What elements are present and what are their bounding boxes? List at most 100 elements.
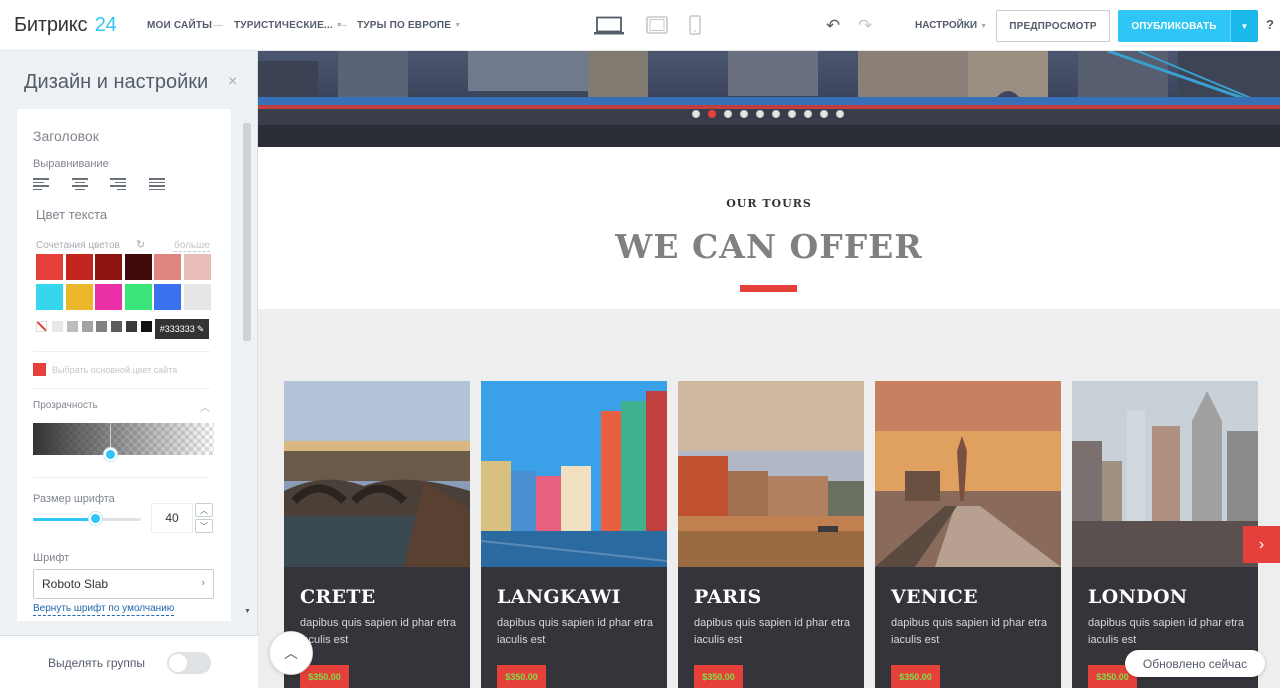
slider-dot[interactable] bbox=[692, 110, 700, 118]
tour-card[interactable]: VENICE dapibus quis sapien id phar etra i… bbox=[875, 381, 1061, 688]
color-swatch[interactable] bbox=[183, 284, 211, 310]
gray-swatch[interactable] bbox=[81, 321, 93, 332]
eyedropper-icon: ✎ bbox=[196, 323, 205, 334]
color-swatch[interactable] bbox=[154, 254, 181, 280]
settings-dropdown[interactable]: НАСТРОЙКИ ▼ bbox=[915, 20, 987, 31]
logo-number: 24 bbox=[94, 14, 117, 36]
reset-font-link[interactable]: Вернуть шрифт по умолчанию bbox=[33, 603, 175, 616]
color-combinations-label: Сочетания цветов bbox=[36, 240, 120, 251]
tour-price[interactable]: $350.00 bbox=[891, 665, 940, 688]
slider-dot[interactable] bbox=[724, 110, 732, 118]
tour-price[interactable]: $350.00 bbox=[497, 665, 546, 688]
opacity-gradient[interactable] bbox=[33, 423, 214, 455]
color-swatch[interactable] bbox=[95, 254, 122, 280]
font-size-input[interactable]: 40 bbox=[151, 503, 193, 533]
breadcrumb-separator: — bbox=[213, 20, 223, 31]
section-title[interactable]: WE CAN OFFER bbox=[258, 227, 1280, 266]
color-swatch[interactable] bbox=[95, 284, 122, 310]
nav-my-sites[interactable]: МОИ САЙТЫ bbox=[147, 20, 212, 31]
undo-icon[interactable]: ↶ bbox=[826, 16, 840, 36]
toggle-knob bbox=[169, 654, 187, 672]
align-center-icon[interactable] bbox=[72, 178, 88, 190]
nav-page-label: ТУРЫ ПО ЕВРОПЕ bbox=[357, 20, 452, 31]
tour-card[interactable]: PARIS dapibus quis sapien id phar etra ia… bbox=[678, 381, 864, 688]
chevron-up-icon[interactable]: ︿ bbox=[200, 399, 210, 414]
font-label: Шрифт bbox=[33, 552, 70, 564]
tablet-icon[interactable] bbox=[646, 16, 668, 34]
color-swatch[interactable] bbox=[124, 284, 152, 310]
tour-card[interactable]: LANGKAWI dapibus quis sapien id phar etra… bbox=[481, 381, 667, 688]
redo-icon[interactable]: ↷ bbox=[858, 16, 872, 36]
gray-swatch[interactable] bbox=[140, 321, 152, 332]
color-swatch[interactable] bbox=[65, 254, 93, 280]
publish-button[interactable]: ОПУБЛИКОВАТЬ bbox=[1118, 10, 1230, 42]
slider-dot[interactable] bbox=[708, 110, 716, 118]
gray-swatch[interactable] bbox=[96, 321, 108, 332]
color-swatch[interactable] bbox=[183, 254, 211, 280]
gray-swatch[interactable] bbox=[66, 321, 78, 332]
slider-dot[interactable] bbox=[756, 110, 764, 118]
font-size-decrement-icon[interactable]: ﹀ bbox=[195, 519, 213, 533]
help-icon[interactable]: ? bbox=[1266, 17, 1274, 32]
next-arrow-icon[interactable]: › bbox=[1243, 526, 1280, 563]
nav-site-dropdown[interactable]: ТУРИСТИЧЕСКИЕ... ▼ bbox=[234, 20, 343, 31]
tour-price[interactable]: $350.00 bbox=[300, 665, 349, 688]
align-justify-icon[interactable] bbox=[149, 178, 165, 190]
tour-photo bbox=[284, 381, 470, 567]
editor-window: Битрикс 24 МОИ САЙТЫ — ТУРИСТИЧЕСКИЕ... ▼… bbox=[0, 0, 1280, 688]
color-swatch[interactable] bbox=[36, 284, 63, 310]
font-size-increment-icon[interactable]: ︿ bbox=[195, 503, 213, 517]
panel-footer: Выделять группы bbox=[0, 635, 258, 688]
slider-dot[interactable] bbox=[788, 110, 796, 118]
section-title: Заголовок bbox=[33, 128, 99, 144]
divider bbox=[33, 388, 210, 389]
color-swatch[interactable] bbox=[124, 254, 152, 280]
align-right-icon[interactable] bbox=[110, 178, 126, 190]
color-swatch[interactable] bbox=[154, 284, 181, 310]
slider-dot[interactable] bbox=[740, 110, 748, 118]
font-size-slider[interactable] bbox=[33, 518, 141, 521]
nav-page-dropdown[interactable]: ТУРЫ ПО ЕВРОПЕ ▼ bbox=[357, 20, 461, 31]
divider bbox=[33, 351, 210, 352]
phone-icon[interactable] bbox=[689, 15, 701, 35]
tour-photo bbox=[1072, 381, 1258, 567]
more-colors-link[interactable]: больше bbox=[174, 240, 210, 252]
no-color-swatch[interactable] bbox=[36, 321, 47, 332]
align-left-icon[interactable] bbox=[33, 178, 49, 190]
font-select[interactable]: Roboto Slab › bbox=[33, 569, 214, 599]
close-icon[interactable]: × bbox=[228, 73, 237, 91]
font-size-label: Размер шрифта bbox=[33, 493, 115, 505]
nav-site-label: ТУРИСТИЧЕСКИЕ... bbox=[234, 20, 333, 31]
gray-swatch[interactable] bbox=[111, 321, 123, 332]
divider bbox=[33, 477, 210, 478]
tour-photo bbox=[481, 381, 667, 567]
font-size-slider-handle[interactable] bbox=[89, 512, 102, 525]
selected-color-tooltip[interactable]: #333333 ✎ bbox=[155, 319, 209, 339]
slider-dot[interactable] bbox=[804, 110, 812, 118]
color-swatch[interactable] bbox=[65, 284, 93, 310]
slider-dot[interactable] bbox=[836, 110, 844, 118]
gray-swatch[interactable] bbox=[126, 321, 137, 332]
publish-menu-chevron-icon[interactable]: ▼ bbox=[1230, 10, 1258, 42]
base-color-label[interactable]: Выбрать основной цвет сайта bbox=[52, 365, 177, 375]
gray-swatch[interactable] bbox=[52, 321, 63, 332]
reset-colors-icon[interactable]: ↻ bbox=[136, 238, 145, 251]
base-color-swatch[interactable] bbox=[33, 363, 46, 376]
color-swatch[interactable] bbox=[36, 254, 63, 280]
tour-description: dapibus quis sapien id phar etra iaculis… bbox=[300, 617, 456, 646]
highlight-groups-toggle[interactable] bbox=[167, 652, 211, 674]
slider-dot[interactable] bbox=[772, 110, 780, 118]
tour-price[interactable]: $350.00 bbox=[694, 665, 743, 688]
slider-dot[interactable] bbox=[820, 110, 828, 118]
opacity-handle[interactable] bbox=[104, 448, 117, 461]
laptop-icon[interactable] bbox=[593, 16, 625, 36]
tour-card[interactable]: LONDON dapibus quis sapien id phar etra i… bbox=[1072, 381, 1258, 688]
scroll-down-icon[interactable]: ▼ bbox=[244, 608, 251, 615]
design-settings-panel: Дизайн и настройки × Заголовок Выравнива… bbox=[0, 51, 258, 688]
tour-description: dapibus quis sapien id phar etra iaculis… bbox=[694, 617, 850, 646]
tour-card[interactable]: CRETE dapibus quis sapien id phar etra ia… bbox=[284, 381, 470, 688]
bitrix24-logo[interactable]: Битрикс 24 bbox=[14, 14, 117, 37]
preview-button[interactable]: ПРЕДПРОСМОТР bbox=[996, 10, 1110, 42]
scroll-up-icon[interactable]: ︿ bbox=[269, 631, 313, 675]
panel-scrollbar-thumb[interactable] bbox=[243, 123, 251, 341]
